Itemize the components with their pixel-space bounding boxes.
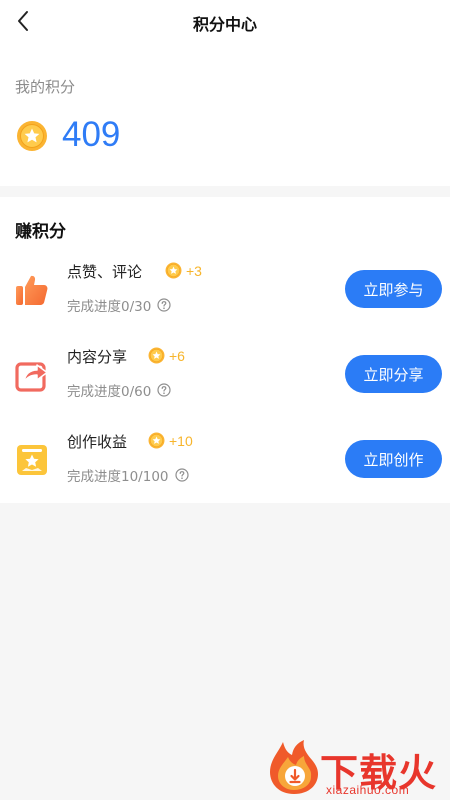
- question-circle-icon[interactable]: [157, 298, 171, 312]
- coin-star-icon: [165, 262, 182, 279]
- my-points-card: 我的积分 409: [0, 44, 450, 186]
- question-circle-icon[interactable]: [157, 383, 171, 397]
- coin-star-icon: [17, 121, 47, 151]
- coin-star-icon: [148, 347, 165, 364]
- top-navigation-bar: 积分中心: [0, 0, 450, 44]
- task-creation-earnings: 创作收益 +10 完成进度10/100 立即创作: [0, 422, 450, 492]
- reward-points: +6: [169, 347, 185, 364]
- site-watermark-logo: 下载火 xiazaihuo.com: [262, 738, 450, 800]
- points-center-page: 积分中心 我的积分 409 赚积分 点赞、评论 +3 完成进度0/30 立即参与…: [0, 0, 450, 800]
- points-balance: 409: [62, 115, 121, 154]
- reward-points: +10: [169, 432, 193, 449]
- create-now-button[interactable]: 立即创作: [345, 440, 442, 478]
- progress-text: 完成进度0/30: [67, 299, 152, 315]
- page-title: 积分中心: [192, 15, 257, 34]
- task-progress: 完成进度10/100: [67, 465, 189, 485]
- progress-text: 完成进度0/60: [67, 384, 152, 400]
- reward-points: +3: [186, 262, 202, 279]
- task-reward: +3: [165, 262, 202, 279]
- my-points-label: 我的积分: [15, 78, 76, 96]
- task-progress: 完成进度0/60: [67, 380, 171, 400]
- task-name: 点赞、评论: [67, 263, 143, 281]
- coin-star-icon: [148, 432, 165, 449]
- task-reward: +6: [148, 347, 185, 364]
- thumbs-up-icon: [16, 275, 48, 305]
- progress-text: 完成进度10/100: [67, 469, 169, 485]
- question-circle-icon[interactable]: [174, 468, 189, 482]
- task-reward: +10: [148, 432, 193, 449]
- task-progress: 完成进度0/30: [67, 295, 171, 315]
- task-like-comment: 点赞、评论 +3 完成进度0/30 立即参与: [0, 252, 450, 322]
- watermark-domain-text: xiazaihuo.com: [326, 783, 410, 797]
- earn-points-section: 赚积分 点赞、评论 +3 完成进度0/30 立即参与 内容分享 +6 完成进度0…: [0, 197, 450, 503]
- share-icon: [15, 362, 48, 392]
- star-ribbon-icon: [17, 445, 47, 475]
- task-name: 创作收益: [67, 433, 128, 451]
- task-name: 内容分享: [67, 348, 128, 366]
- earn-points-title: 赚积分: [15, 222, 66, 242]
- join-now-button[interactable]: 立即参与: [345, 270, 442, 308]
- share-now-button[interactable]: 立即分享: [345, 355, 442, 393]
- flame-download-icon: [270, 740, 318, 794]
- task-share-content: 内容分享 +6 完成进度0/60 立即分享: [0, 337, 450, 407]
